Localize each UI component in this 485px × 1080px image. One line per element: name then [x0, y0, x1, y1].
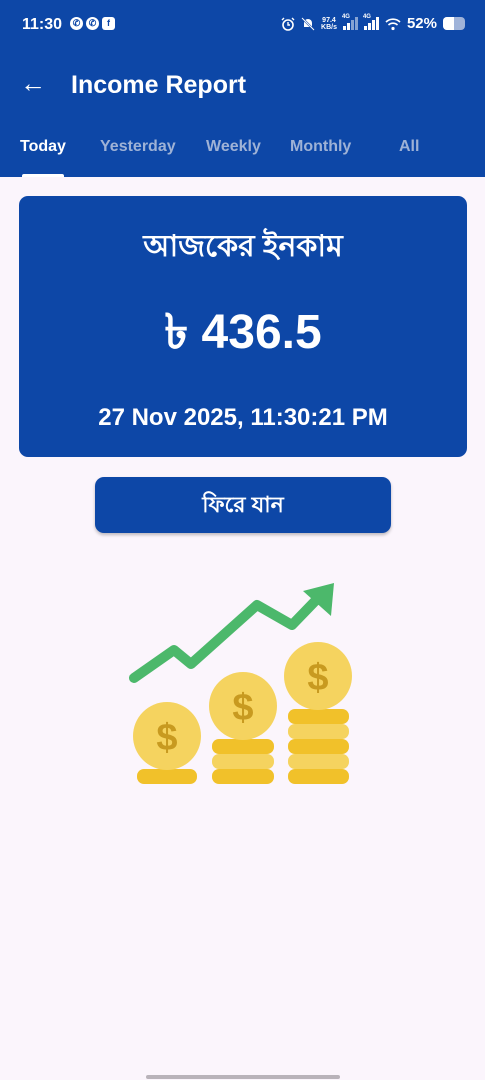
whatsapp-icon: ✆	[86, 17, 99, 30]
coin-stack-icon: $	[284, 642, 352, 784]
battery-icon	[443, 17, 465, 30]
tab-bar: Today Yesterday Weekly Monthly All	[0, 138, 485, 177]
svg-text:$: $	[232, 687, 253, 729]
status-time: 11:30	[22, 16, 63, 33]
facebook-icon: f	[102, 17, 115, 30]
tab-weekly[interactable]: Weekly	[206, 138, 261, 156]
status-bar: 11:30 ✆ ✆ f 97.4 KB/s 4G 4G 52%	[0, 0, 485, 52]
tab-today[interactable]: Today	[20, 138, 66, 156]
network-speed: 97.4 KB/s	[321, 16, 337, 31]
whatsapp-icon: ✆	[70, 17, 83, 30]
coin-stack-icon: $	[133, 702, 201, 784]
svg-text:$: $	[307, 657, 328, 699]
title-bar: ← Income Report	[0, 60, 485, 110]
signal-icon: 4G	[342, 14, 358, 30]
income-growth-illustration: $ $ $	[129, 583, 352, 784]
svg-text:$: $	[156, 717, 177, 759]
coin-stack-icon: $	[209, 672, 277, 784]
back-button[interactable]: ফিরে যান	[95, 477, 391, 533]
mute-icon	[301, 16, 315, 31]
app-bar: 11:30 ✆ ✆ f 97.4 KB/s 4G 4G 52% ← Income…	[0, 0, 485, 177]
wifi-icon	[385, 17, 401, 30]
battery-level	[443, 17, 455, 30]
income-card: আজকের ইনকাম ৳ 436.5 27 Nov 2025, 11:30:2…	[19, 196, 467, 457]
tab-indicator	[22, 174, 64, 177]
arrow-left-icon[interactable]: ←	[20, 68, 46, 98]
tab-all[interactable]: All	[399, 138, 419, 156]
tab-yesterday[interactable]: Yesterday	[100, 138, 176, 156]
income-datetime: 27 Nov 2025, 11:30:21 PM	[98, 404, 388, 431]
tab-monthly[interactable]: Monthly	[290, 138, 351, 156]
signal-icon: 4G	[363, 14, 379, 30]
income-card-title: আজকের ইনকাম	[143, 230, 343, 263]
page-title: Income Report	[71, 71, 247, 99]
battery-percent: 52%	[406, 15, 437, 32]
gesture-nav-handle[interactable]	[146, 1075, 340, 1079]
alarm-icon	[281, 17, 295, 31]
notification-icons: ✆ ✆ f	[70, 17, 115, 30]
status-right: 97.4 KB/s 4G 4G 52%	[281, 14, 465, 32]
income-amount: ৳ 436.5	[164, 306, 322, 359]
